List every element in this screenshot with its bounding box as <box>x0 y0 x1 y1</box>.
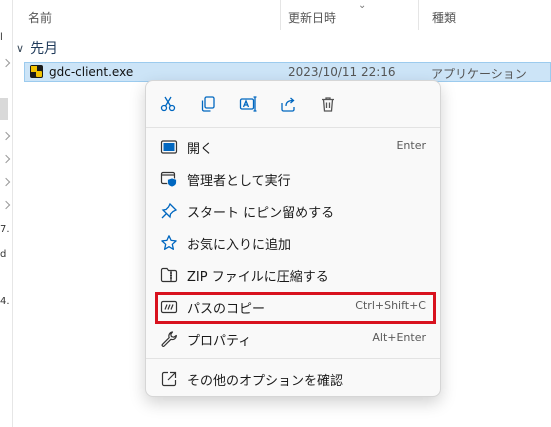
nav-fragment-text: l <box>0 32 3 43</box>
file-row[interactable]: gdc-client.exe 2023/10/11 22:16 アプリケーション <box>24 62 551 82</box>
menu-item-run-as-admin[interactable]: 管理者として実行 <box>150 164 436 194</box>
nav-selected-item[interactable] <box>0 98 8 120</box>
menu-divider <box>146 358 440 359</box>
rename-icon[interactable] <box>237 93 259 115</box>
menu-item-label: 開く <box>187 142 214 157</box>
menu-item-more-options[interactable]: その他のオプションを確認 <box>150 364 436 394</box>
menu-item-shortcut: Enter <box>396 139 426 152</box>
menu-item-label: ZIP ファイルに圧縮する <box>187 270 329 285</box>
menu-item-label: お気に入りに追加 <box>187 238 292 253</box>
delete-icon[interactable] <box>317 93 339 115</box>
file-type: アプリケーション <box>431 67 527 81</box>
file-modified-date: 2023/10/11 22:16 <box>288 65 396 79</box>
menu-item-properties[interactable]: プロパティ Alt+Enter <box>150 324 436 354</box>
star-icon <box>160 234 178 252</box>
zip-folder-icon <box>160 266 178 284</box>
navigation-pane-edge: l 7. d 4. <box>0 0 13 427</box>
more-options-icon <box>160 370 178 388</box>
sort-indicator-icon: ⌄ <box>358 0 367 11</box>
menu-item-add-to-favorites[interactable]: お気に入りに追加 <box>150 228 436 258</box>
nav-fragment-text: d <box>0 249 7 260</box>
pin-icon <box>160 202 178 220</box>
copy-icon[interactable] <box>197 93 219 115</box>
menu-item-label: その他のオプションを確認 <box>187 374 344 389</box>
menu-item-label: スタート にピン留めする <box>187 206 335 221</box>
wrench-icon <box>160 330 178 348</box>
column-divider[interactable] <box>280 0 281 30</box>
share-icon[interactable] <box>277 93 299 115</box>
nav-expand-chevron[interactable] <box>1 177 11 187</box>
nav-expand-chevron[interactable] <box>1 131 11 141</box>
column-type-header[interactable]: 種類 <box>432 9 456 26</box>
menu-divider <box>146 127 440 128</box>
file-name: gdc-client.exe <box>49 65 134 79</box>
group-header[interactable]: ∨ 先月 <box>16 38 58 58</box>
nav-expand-chevron[interactable] <box>1 200 11 210</box>
column-header: 名前 更新日時 ⌄ 種類 <box>14 0 551 30</box>
column-name-header[interactable]: 名前 <box>28 9 52 26</box>
context-menu: 開く Enter 管理者として実行 スタート にピン留めする お気に入りに追加 … <box>145 80 441 397</box>
menu-item-open[interactable]: 開く Enter <box>150 132 436 162</box>
column-modified-header[interactable]: 更新日時 <box>288 9 336 26</box>
application-icon <box>30 65 43 78</box>
chevron-down-icon[interactable]: ∨ <box>16 42 24 55</box>
copy-path-highlight-box <box>155 292 436 324</box>
menu-item-pin-to-start[interactable]: スタート にピン留めする <box>150 196 436 226</box>
menu-item-label: プロパティ <box>187 334 252 349</box>
cut-icon[interactable] <box>157 93 179 115</box>
nav-expand-chevron[interactable] <box>1 154 11 164</box>
open-icon <box>160 138 178 156</box>
nav-expand-chevron[interactable] <box>1 58 11 68</box>
menu-item-compress-zip[interactable]: ZIP ファイルに圧縮する <box>150 260 436 290</box>
group-label: 先月 <box>30 41 59 57</box>
menu-item-shortcut: Alt+Enter <box>372 331 426 344</box>
run-as-admin-icon <box>160 170 178 188</box>
context-menu-toolbar <box>146 81 440 127</box>
menu-item-label: 管理者として実行 <box>187 174 291 189</box>
nav-fragment-text: 4. <box>0 296 10 307</box>
nav-fragment-text: 7. <box>0 224 10 235</box>
column-divider[interactable] <box>418 0 419 30</box>
